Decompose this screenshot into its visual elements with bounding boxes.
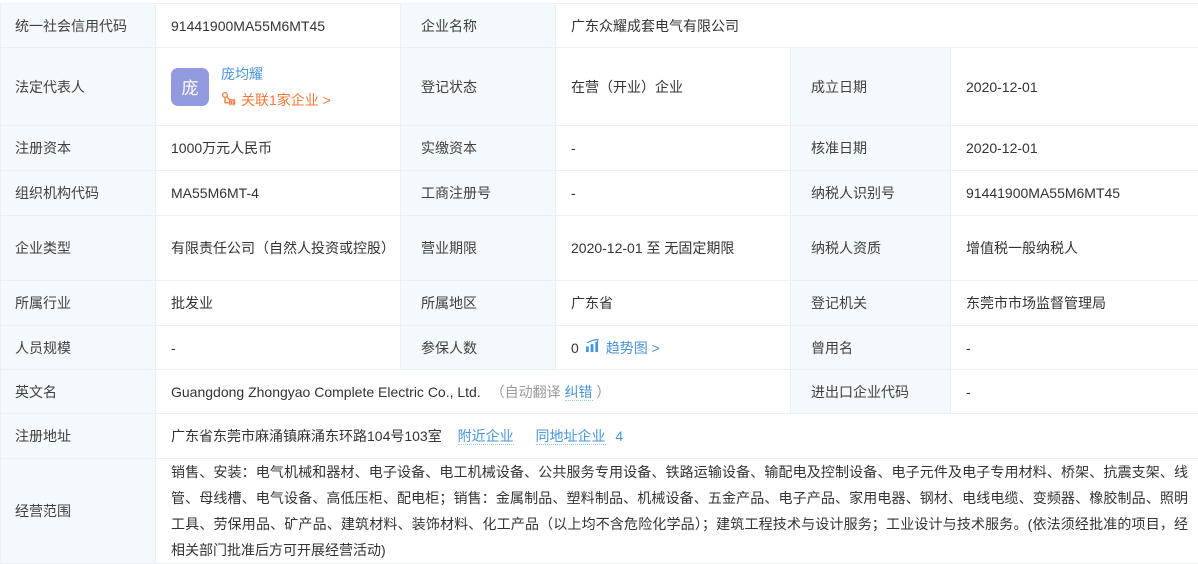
biz-term-value: 2020-12-01 至 无固定期限 [556,216,791,281]
company-name-value: 广东众耀成套电气有限公司 [556,4,1198,48]
credit-code-value: 91441900MA55M6MT45 [156,4,401,48]
table-row: 注册资本 1000万元人民币 实缴资本 - 核准日期 2020-12-01 [1,126,1198,171]
table-row: 经营范围 销售、安装：电气机械和器材、电子设备、电工机械设备、公共服务专用设备、… [1,459,1198,564]
staff-size-label: 人员规模 [1,326,156,370]
insured-label: 参保人数 [401,326,556,370]
company-type-value: 有限责任公司（自然人投资或控股） [156,216,401,281]
former-name-value: - [951,326,1198,370]
table-row: 组织机构代码 MA55M6MT-4 工商注册号 - 纳税人识别号 9144190… [1,171,1198,216]
auto-translate-note-close: ） [596,384,610,400]
table-row: 所属行业 批发业 所属地区 广东省 登记机关 东莞市市场监督管理局 [1,281,1198,326]
org-code-value: MA55M6MT-4 [156,171,401,216]
scope-value: 销售、安装：电气机械和器材、电子设备、电工机械设备、公共服务专用设备、铁路运输设… [156,459,1198,564]
taxpayer-quality-value: 增值税一般纳税人 [951,216,1198,281]
industry-value: 批发业 [156,281,401,326]
auto-translate-note: （自动翻译 [491,384,561,400]
legal-rep-name-link[interactable]: 庞均耀 [221,64,331,84]
import-export-label: 进出口企业代码 [791,370,951,414]
legal-rep-avatar[interactable]: 庞 [171,68,209,106]
establish-date-value: 2020-12-01 [951,48,1198,126]
table-row: 法定代表人 庞 庞均耀 企 [1,48,1198,126]
correct-link[interactable]: 纠错 [565,384,593,401]
biz-reg-no-value: - [556,171,791,216]
table-row: 英文名 Guangdong Zhongyao Complete Electric… [1,370,1198,414]
legal-rep-cell: 庞 庞均耀 企 关联1家企业 > [156,48,401,126]
staff-size-value: - [156,326,401,370]
company-info-table: 统一社会信用代码 91441900MA55M6MT45 企业名称 广东众耀成套电… [0,3,1198,564]
table-row: 人员规模 - 参保人数 0 趋势图 > 曾用名 - [1,326,1198,370]
related-companies-link[interactable]: 关联1家企业 > [241,90,331,110]
insured-cell: 0 趋势图 > [556,326,791,370]
address-label: 注册地址 [1,414,156,459]
reg-status-value: 在营（开业）企业 [556,48,791,126]
taxpayer-id-label: 纳税人识别号 [791,171,951,216]
company-name-label: 企业名称 [401,4,556,48]
trend-chart-link[interactable]: 趋势图 > [606,338,660,358]
industry-label: 所属行业 [1,281,156,326]
import-export-value: - [951,370,1198,414]
credit-code-label: 统一社会信用代码 [1,4,156,48]
address-cell: 广东省东莞市麻涌镇麻涌东环路104号103室 附近企业 同地址企业 4 [156,414,1198,459]
scope-label: 经营范围 [1,459,156,564]
company-type-label: 企业类型 [1,216,156,281]
svg-text:企: 企 [230,99,235,106]
address-value: 广东省东莞市麻涌镇麻涌东环路104号103室 [171,428,442,444]
org-code-label: 组织机构代码 [1,171,156,216]
same-address-count[interactable]: 4 [615,428,623,444]
taxpayer-id-value: 91441900MA55M6MT45 [951,171,1198,216]
biz-term-label: 营业期限 [401,216,556,281]
establish-date-label: 成立日期 [791,48,951,126]
english-name-cell: Guangdong Zhongyao Complete Electric Co.… [156,370,791,414]
reg-authority-label: 登记机关 [791,281,951,326]
reg-capital-label: 注册资本 [1,126,156,171]
trend-chart-icon [585,339,600,356]
reg-capital-value: 1000万元人民币 [156,126,401,171]
region-label: 所属地区 [401,281,556,326]
approval-date-value: 2020-12-01 [951,126,1198,171]
table-row: 企业类型 有限责任公司（自然人投资或控股） 营业期限 2020-12-01 至 … [1,216,1198,281]
same-address-companies-link[interactable]: 同地址企业 [536,428,606,445]
paid-capital-value: - [556,126,791,171]
english-name-value: Guangdong Zhongyao Complete Electric Co.… [171,384,481,400]
nearby-companies-link[interactable]: 附近企业 [458,428,514,445]
table-row: 注册地址 广东省东莞市麻涌镇麻涌东环路104号103室 附近企业 同地址企业 4 [1,414,1198,459]
former-name-label: 曾用名 [791,326,951,370]
approval-date-label: 核准日期 [791,126,951,171]
biz-reg-no-label: 工商注册号 [401,171,556,216]
paid-capital-label: 实缴资本 [401,126,556,171]
legal-rep-label: 法定代表人 [1,48,156,126]
insured-count: 0 [571,340,579,356]
reg-status-label: 登记状态 [401,48,556,126]
related-companies-icon: 企 [221,91,236,109]
english-name-label: 英文名 [1,370,156,414]
table-row: 统一社会信用代码 91441900MA55M6MT45 企业名称 广东众耀成套电… [1,4,1198,48]
reg-authority-value: 东莞市市场监督管理局 [951,281,1198,326]
region-value: 广东省 [556,281,791,326]
taxpayer-quality-label: 纳税人资质 [791,216,951,281]
